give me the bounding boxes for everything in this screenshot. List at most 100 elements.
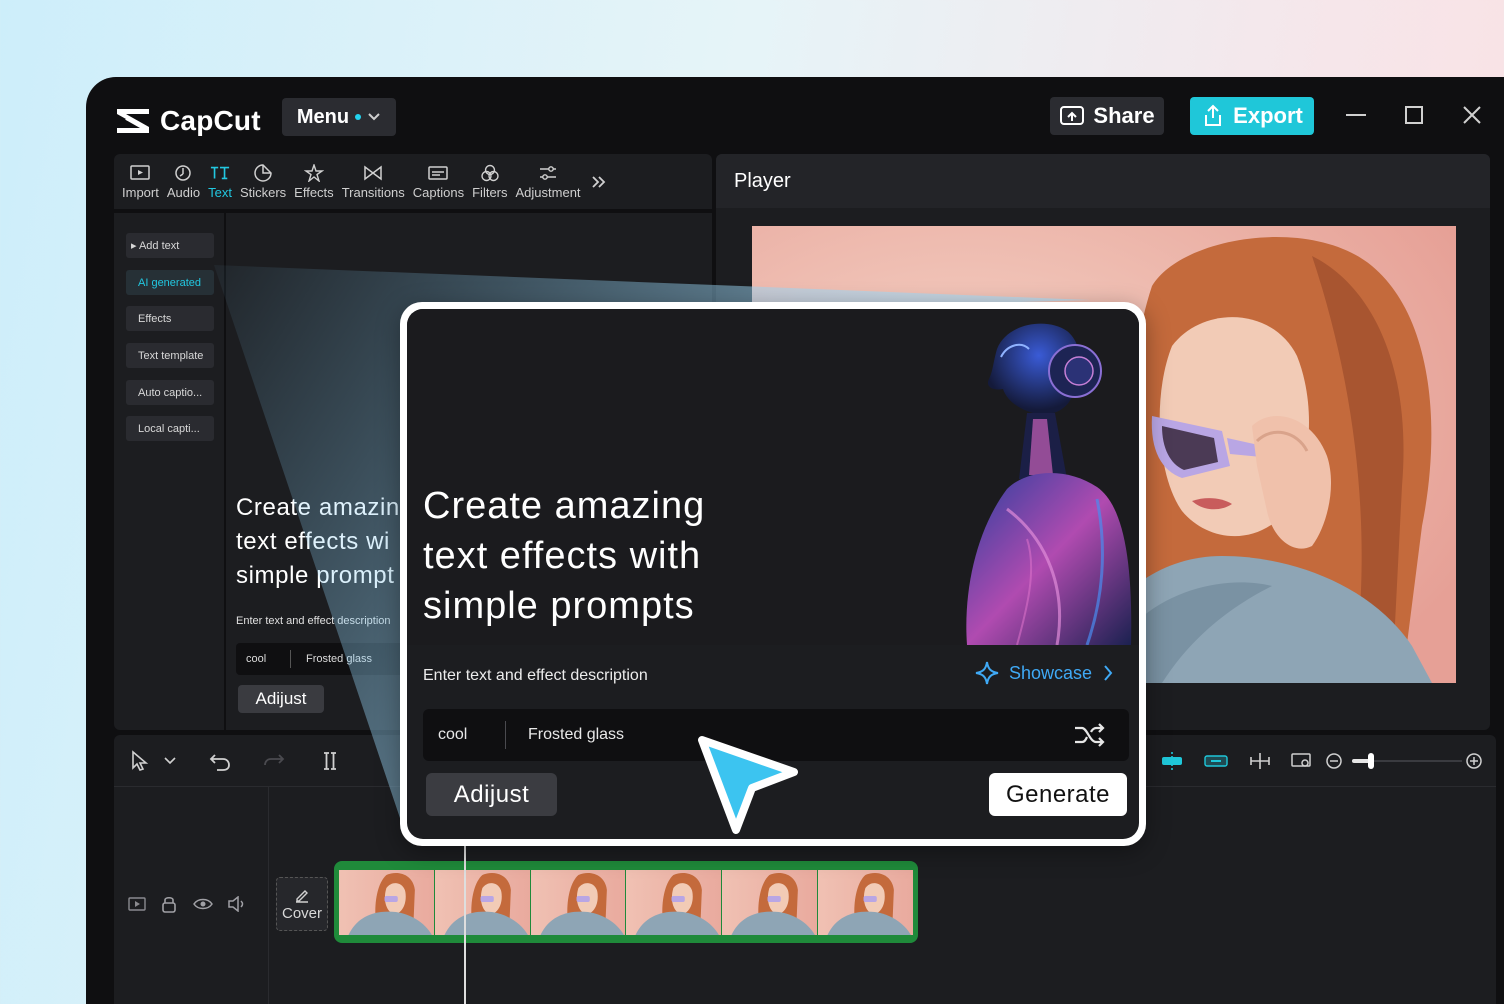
panel-headline: Create amazin text effects wi simple pro… [236, 491, 400, 593]
generate-button[interactable]: Generate [989, 773, 1127, 816]
zoom-out-icon[interactable] [1322, 749, 1346, 773]
maximize-icon[interactable] [1402, 103, 1426, 127]
share-button[interactable]: Share [1050, 97, 1164, 135]
clip-thumbnail [818, 870, 913, 935]
preview-zoom-icon[interactable] [1290, 749, 1314, 773]
select-pointer-icon[interactable] [128, 749, 152, 773]
redo-icon[interactable] [262, 749, 286, 773]
snap-icon[interactable] [1160, 749, 1184, 773]
tool-stickers[interactable]: Stickers [236, 154, 290, 209]
tool-label: Transitions [341, 184, 405, 200]
headline-line: Create amazin [236, 494, 400, 521]
zoom-in-icon[interactable] [1462, 749, 1486, 773]
tool-label: Text [208, 184, 232, 200]
tool-label: Filters [472, 184, 508, 200]
sidebar-item-add-text[interactable]: ▸ Add text [126, 233, 214, 258]
menu-label: Menu [296, 105, 350, 128]
chevron-right-icon [1104, 665, 1113, 681]
tool-text[interactable]: Text [204, 154, 236, 209]
player-header: Player [716, 154, 1490, 208]
transitions-icon [364, 165, 382, 180]
link-icon[interactable] [1204, 749, 1228, 773]
media-toolbar: Import Audio Text Stickers Effects Trans… [114, 154, 712, 209]
prompt-effect-value[interactable]: Frosted glass [528, 726, 624, 744]
panel-adjust-button[interactable]: Adijust [238, 685, 324, 713]
close-icon[interactable] [1460, 103, 1484, 127]
share-icon [1060, 106, 1085, 125]
headline-line: simple prompt [236, 562, 395, 589]
tool-label: Adjustment [515, 184, 581, 200]
divider [505, 721, 506, 749]
tool-transitions[interactable]: Transitions [338, 154, 409, 209]
mouse-cursor-icon [698, 736, 798, 834]
volume-icon[interactable] [226, 893, 248, 915]
export-icon [1205, 104, 1222, 126]
cover-button[interactable]: Cover [276, 877, 328, 931]
headline-line: text effects wi [236, 528, 390, 555]
import-icon [130, 164, 151, 180]
clip-thumbnail [339, 870, 435, 935]
audio-icon [175, 164, 192, 181]
cover-label: Cover [281, 904, 322, 922]
sidebar-item-auto-captions[interactable]: Auto captio... [126, 380, 214, 405]
menu-button[interactable]: Menu [282, 98, 396, 136]
undo-icon[interactable] [208, 749, 232, 773]
logo-text: CapCut [160, 105, 261, 136]
tool-import[interactable]: Import [118, 154, 163, 209]
effects-icon [303, 163, 324, 182]
export-button[interactable]: Export [1190, 97, 1314, 135]
align-icon[interactable] [1248, 749, 1272, 773]
sidebar-item-text-template[interactable]: Text template [126, 343, 214, 368]
clip-thumbnail [626, 870, 723, 935]
clip-thumbnail [530, 870, 627, 935]
shuffle-icon[interactable] [1073, 721, 1107, 749]
panel-description: Enter text and effect description [236, 615, 391, 627]
track-type-icon [126, 893, 148, 915]
filters-icon [481, 164, 499, 181]
video-clip[interactable] [334, 861, 918, 943]
lock-icon[interactable] [158, 893, 180, 915]
headline-line: Create amazing [423, 485, 706, 527]
sidebar-item-local-captions[interactable]: Local capti... [126, 416, 214, 441]
popup-description: Enter text and effect description [423, 667, 648, 684]
tool-audio[interactable]: Audio [163, 154, 204, 209]
headline-line: text effects with [423, 535, 702, 577]
tool-adjustment[interactable]: Adjustment [512, 154, 585, 209]
more-tools-button[interactable] [585, 154, 613, 209]
clip-thumbnail [722, 870, 819, 935]
headline-line: simple prompts [423, 585, 695, 627]
split-icon[interactable] [318, 749, 342, 773]
adjust-button[interactable]: Adijust [426, 773, 557, 816]
track-header-divider [268, 787, 269, 1004]
tool-label: Stickers [239, 184, 287, 200]
sidebar-item-effects[interactable]: Effects [126, 306, 214, 331]
tool-label: Effects [294, 184, 334, 200]
tool-effects[interactable]: Effects [290, 154, 338, 209]
player-title: Player [734, 170, 791, 192]
sidebar-item-ai-generated[interactable]: AI generated [126, 270, 214, 295]
prompt-text-value: cool [246, 653, 267, 665]
tool-filters[interactable]: Filters [468, 154, 511, 209]
eye-icon[interactable] [192, 893, 214, 915]
tool-label: Audio [166, 184, 201, 200]
zoom-slider-handle[interactable] [1368, 753, 1374, 769]
tool-label: Captions [412, 184, 465, 200]
minimize-icon[interactable] [1344, 103, 1368, 127]
sparkle-icon [975, 661, 999, 685]
showcase-label: Showcase [1009, 662, 1093, 683]
edit-pencil-icon [296, 889, 308, 903]
adjustment-icon [540, 165, 557, 180]
showcase-link[interactable]: Showcase [975, 661, 1114, 685]
chevron-down-icon[interactable] [158, 749, 182, 773]
tool-captions[interactable]: Captions [409, 154, 468, 209]
chevron-down-icon [368, 113, 380, 121]
sticker-icon [254, 163, 272, 182]
divider [290, 650, 291, 668]
text-category-sidebar: ▸ Add text AI generated Effects Text tem… [114, 213, 224, 730]
prompt-effect-value: Frosted glass [306, 653, 373, 665]
notification-dot [355, 114, 362, 120]
prompt-text-value[interactable]: cool [438, 726, 467, 744]
clip-thumbnail [434, 870, 531, 935]
capcut-logo-icon [117, 109, 149, 133]
capcut-logo: CapCut [114, 105, 261, 137]
